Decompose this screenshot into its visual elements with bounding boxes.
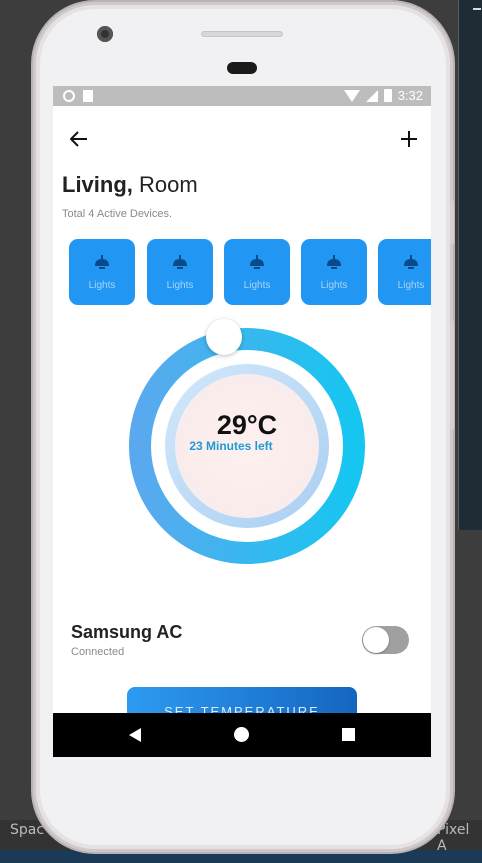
device-card-lights-2[interactable]: Lights [147, 239, 213, 305]
status-time: 3:32 [397, 88, 423, 103]
minimize-icon [473, 8, 481, 10]
device-list: Lights Lights Lights Lights Lights [69, 239, 431, 305]
device-card-lights-1[interactable]: Lights [69, 239, 135, 305]
temperature-value: 29°C [216, 410, 278, 440]
front-camera [97, 26, 113, 42]
volume-button [450, 200, 454, 244]
earpiece [227, 62, 257, 74]
taskbar-text-left: Spac [10, 822, 45, 838]
lamp-icon [95, 255, 109, 269]
ac-device-name: Samsung AC [71, 622, 183, 642]
lamp-icon [250, 255, 264, 269]
notification-icon [63, 90, 75, 102]
device-card-lights-4[interactable]: Lights [301, 239, 367, 305]
status-bar: 3:32 [53, 86, 431, 106]
room-name: Living, [62, 172, 133, 197]
device-card-lights-5[interactable]: Lights [378, 239, 431, 305]
power-button [450, 320, 454, 430]
nav-back-icon[interactable] [129, 728, 141, 742]
battery-icon [383, 89, 392, 102]
ac-power-toggle[interactable] [362, 626, 409, 654]
room-label: Room [132, 172, 198, 197]
device-card-lights-3[interactable]: Lights [224, 239, 290, 305]
page-title: Living, Room [62, 172, 198, 198]
plus-icon [401, 131, 417, 147]
toggle-knob [363, 627, 389, 653]
active-devices-count: Total 4 Active Devices. [62, 208, 173, 220]
lamp-icon [173, 255, 187, 269]
background-window-panel [458, 0, 482, 530]
ac-connection-status: Connected [71, 646, 125, 658]
arrow-left-icon [70, 131, 87, 147]
app-screen: 3:32 Living, Room Total 4 Active Devices… [53, 86, 431, 757]
nav-recents-icon[interactable] [342, 728, 355, 741]
sd-card-icon [83, 90, 93, 102]
device-label: Lights [397, 280, 425, 291]
device-label: Lights [320, 280, 348, 291]
wifi-icon [343, 89, 360, 102]
speaker-grille [201, 31, 283, 37]
nav-home-icon[interactable] [234, 727, 249, 742]
lamp-icon [327, 255, 341, 269]
dial-handle[interactable] [206, 319, 242, 355]
back-button[interactable] [65, 125, 93, 153]
lamp-icon [404, 255, 418, 269]
device-label: Lights [166, 280, 194, 291]
device-label: Lights [88, 280, 116, 291]
signal-icon [365, 89, 378, 102]
add-button[interactable] [395, 125, 423, 153]
device-label: Lights [243, 280, 271, 291]
system-nav-bar [53, 713, 431, 757]
time-left-label: 23 Minutes left [189, 439, 273, 453]
